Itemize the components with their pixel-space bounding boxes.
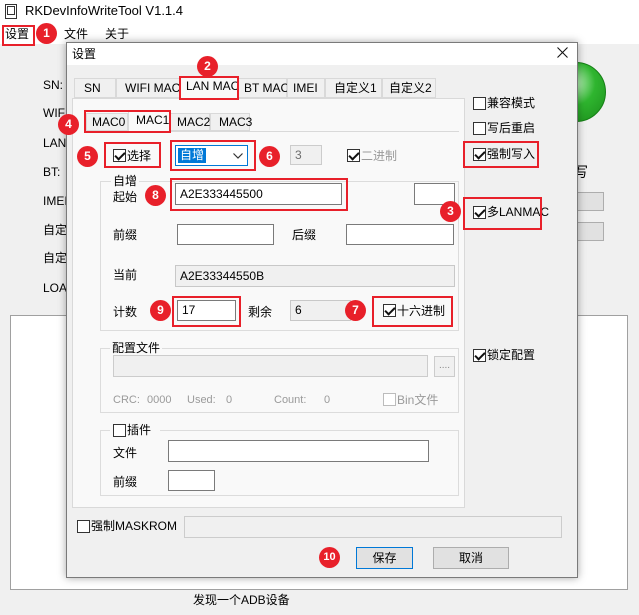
count-label: 计数 (113, 305, 138, 319)
tab-sn[interactable]: SN (74, 78, 116, 98)
tab-custom2[interactable]: 自定义2 (382, 78, 436, 98)
highlight-multi-lanmac (463, 197, 542, 230)
tab-imei[interactable]: IMEI (287, 78, 325, 98)
count-file-label: Count: (274, 394, 307, 406)
start-label: 起始 (113, 190, 138, 204)
config-file-caption: 配置文件 (110, 341, 163, 355)
field-label-custom2: 自定 (43, 251, 68, 265)
compat-mode-label: 兼容模式 (487, 96, 536, 110)
used-value: 0 (226, 394, 233, 406)
highlight-tab-mac1 (84, 110, 171, 133)
tab-wifi-mac[interactable]: WIFI MAC (116, 78, 180, 98)
browse-button[interactable]: .... (434, 356, 455, 377)
plugin-prefix-label: 前缀 (113, 475, 138, 489)
bin-file-checkbox[interactable] (383, 393, 396, 406)
count-file-value: 0 (324, 394, 331, 406)
close-icon[interactable] (557, 47, 568, 58)
status-text: 发现一个ADB设备 (193, 593, 290, 607)
tab-bt-mac[interactable]: BT MAC (238, 78, 289, 98)
force-maskrom-label: 强制MASKROM (91, 519, 178, 533)
remaining-value-field: 6 (290, 300, 351, 321)
crc-value: 0000 (147, 394, 172, 406)
highlight-mode-dropdown (170, 140, 256, 171)
field-label-bt: BT: (43, 165, 61, 179)
bin-file-label: Bin文件 (397, 393, 439, 407)
annotation-badge-7: 7 (345, 300, 366, 321)
menu-about[interactable]: 关于 (105, 27, 129, 41)
compat-mode-checkbox[interactable] (473, 97, 486, 110)
suffix-label: 后缀 (292, 228, 317, 242)
current-label: 当前 (113, 268, 138, 282)
remaining-label: 剩余 (248, 305, 273, 319)
dialog-title-bar (67, 43, 577, 65)
app-icon (5, 4, 17, 19)
annotation-badge-3: 3 (440, 201, 461, 222)
highlight-force-write (463, 141, 539, 168)
plugin-file-label: 文件 (113, 446, 138, 460)
increment-group-caption: 自增 (111, 174, 140, 188)
annotation-badge-8: 8 (145, 185, 166, 206)
field-label-imei: IMEI (43, 194, 68, 208)
plugin-label: 插件 (127, 423, 152, 437)
binary-label: 二进制 (361, 149, 398, 163)
binary-checkbox[interactable] (347, 149, 360, 162)
current-value-field: A2E33344550B (175, 265, 455, 287)
used-label: Used: (187, 394, 216, 406)
highlight-menu-settings (2, 25, 35, 46)
field-label-sn: SN: (43, 78, 64, 92)
force-maskrom-checkbox[interactable] (77, 520, 90, 533)
crc-label: CRC: (113, 394, 140, 406)
annotation-badge-4: 4 (58, 114, 79, 135)
highlight-count-input (172, 296, 241, 327)
reboot-after-write-label: 写后重启 (487, 121, 536, 135)
maskrom-input[interactable] (184, 516, 562, 538)
config-file-path-input[interactable] (113, 355, 428, 377)
plugin-prefix-input[interactable] (168, 470, 215, 491)
plugin-file-input[interactable] (168, 440, 429, 462)
main-window-title: RKDevInfoWriteTool V1.1.4 (25, 3, 183, 18)
highlight-hex-checkbox (372, 296, 453, 327)
lock-config-checkbox[interactable] (473, 349, 486, 362)
highlight-start-value (170, 178, 348, 211)
highlight-tab-lan-mac (179, 76, 239, 100)
annotation-badge-1: 1 (36, 23, 57, 44)
step-input[interactable]: 3 (290, 145, 322, 165)
menu-bar (0, 22, 639, 44)
tab-custom1[interactable]: 自定义1 (325, 78, 382, 98)
lock-config-label: 锁定配置 (487, 348, 536, 362)
annotation-badge-6: 6 (259, 146, 280, 167)
reboot-after-write-checkbox[interactable] (473, 122, 486, 135)
annotation-badge-2: 2 (197, 56, 218, 77)
menu-file[interactable]: 文件 (64, 27, 88, 41)
annotation-badge-10: 10 (319, 547, 340, 568)
cancel-button[interactable]: 取消 (433, 547, 509, 569)
annotation-badge-9: 9 (150, 300, 171, 321)
save-button[interactable]: 保存 (356, 547, 413, 569)
tab-mac2[interactable]: MAC2 (170, 113, 210, 131)
annotation-badge-5: 5 (77, 146, 98, 167)
tab-mac3[interactable]: MAC3 (210, 113, 252, 131)
field-label-custom1: 自定 (43, 223, 68, 237)
suffix-input[interactable] (346, 224, 454, 245)
dialog-title: 设置 (72, 47, 97, 61)
plugin-checkbox[interactable] (113, 424, 126, 437)
prefix-label: 前缀 (113, 228, 138, 242)
highlight-select-checkbox (104, 142, 161, 168)
prefix-input[interactable] (177, 224, 274, 245)
